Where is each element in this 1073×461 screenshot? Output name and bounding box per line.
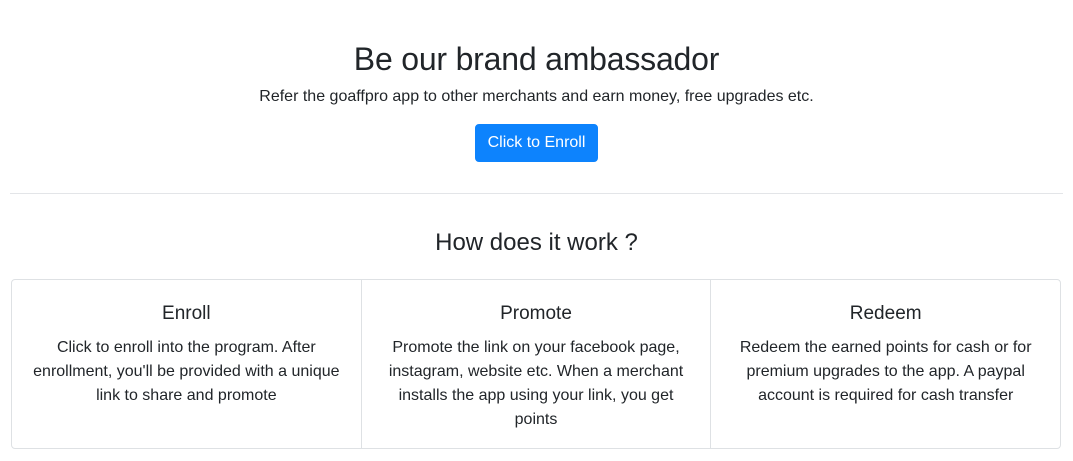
card-enroll: Enroll Click to enroll into the program.…: [12, 280, 361, 448]
card-text: Promote the link on your facebook page, …: [388, 339, 684, 428]
section-divider: [10, 193, 1063, 194]
card-title: Redeem: [849, 303, 922, 324]
page-title: Be our brand ambassador: [353, 41, 720, 77]
enroll-button[interactable]: Click to Enroll: [474, 124, 599, 162]
card-text: Redeem the earned points for cash or for…: [739, 339, 1032, 404]
how-it-works-title: How does it work ?: [435, 229, 638, 256]
ambassador-page: Be our brand ambassador Refer the goaffp…: [0, 0, 1073, 461]
card-redeem: Redeem Redeem the earned points for cash…: [710, 280, 1060, 448]
hero-section: Be our brand ambassador Refer the goaffp…: [0, 0, 1073, 162]
how-it-works-cards: Enroll Click to enroll into the program.…: [11, 279, 1061, 449]
card-text: Click to enroll into the program. After …: [33, 339, 340, 404]
card-title: Enroll: [162, 303, 211, 324]
hero-subtitle: Refer the goaffpro app to other merchant…: [259, 88, 814, 105]
card-promote: Promote Promote the link on your faceboo…: [360, 280, 711, 448]
card-title: Promote: [500, 303, 572, 324]
